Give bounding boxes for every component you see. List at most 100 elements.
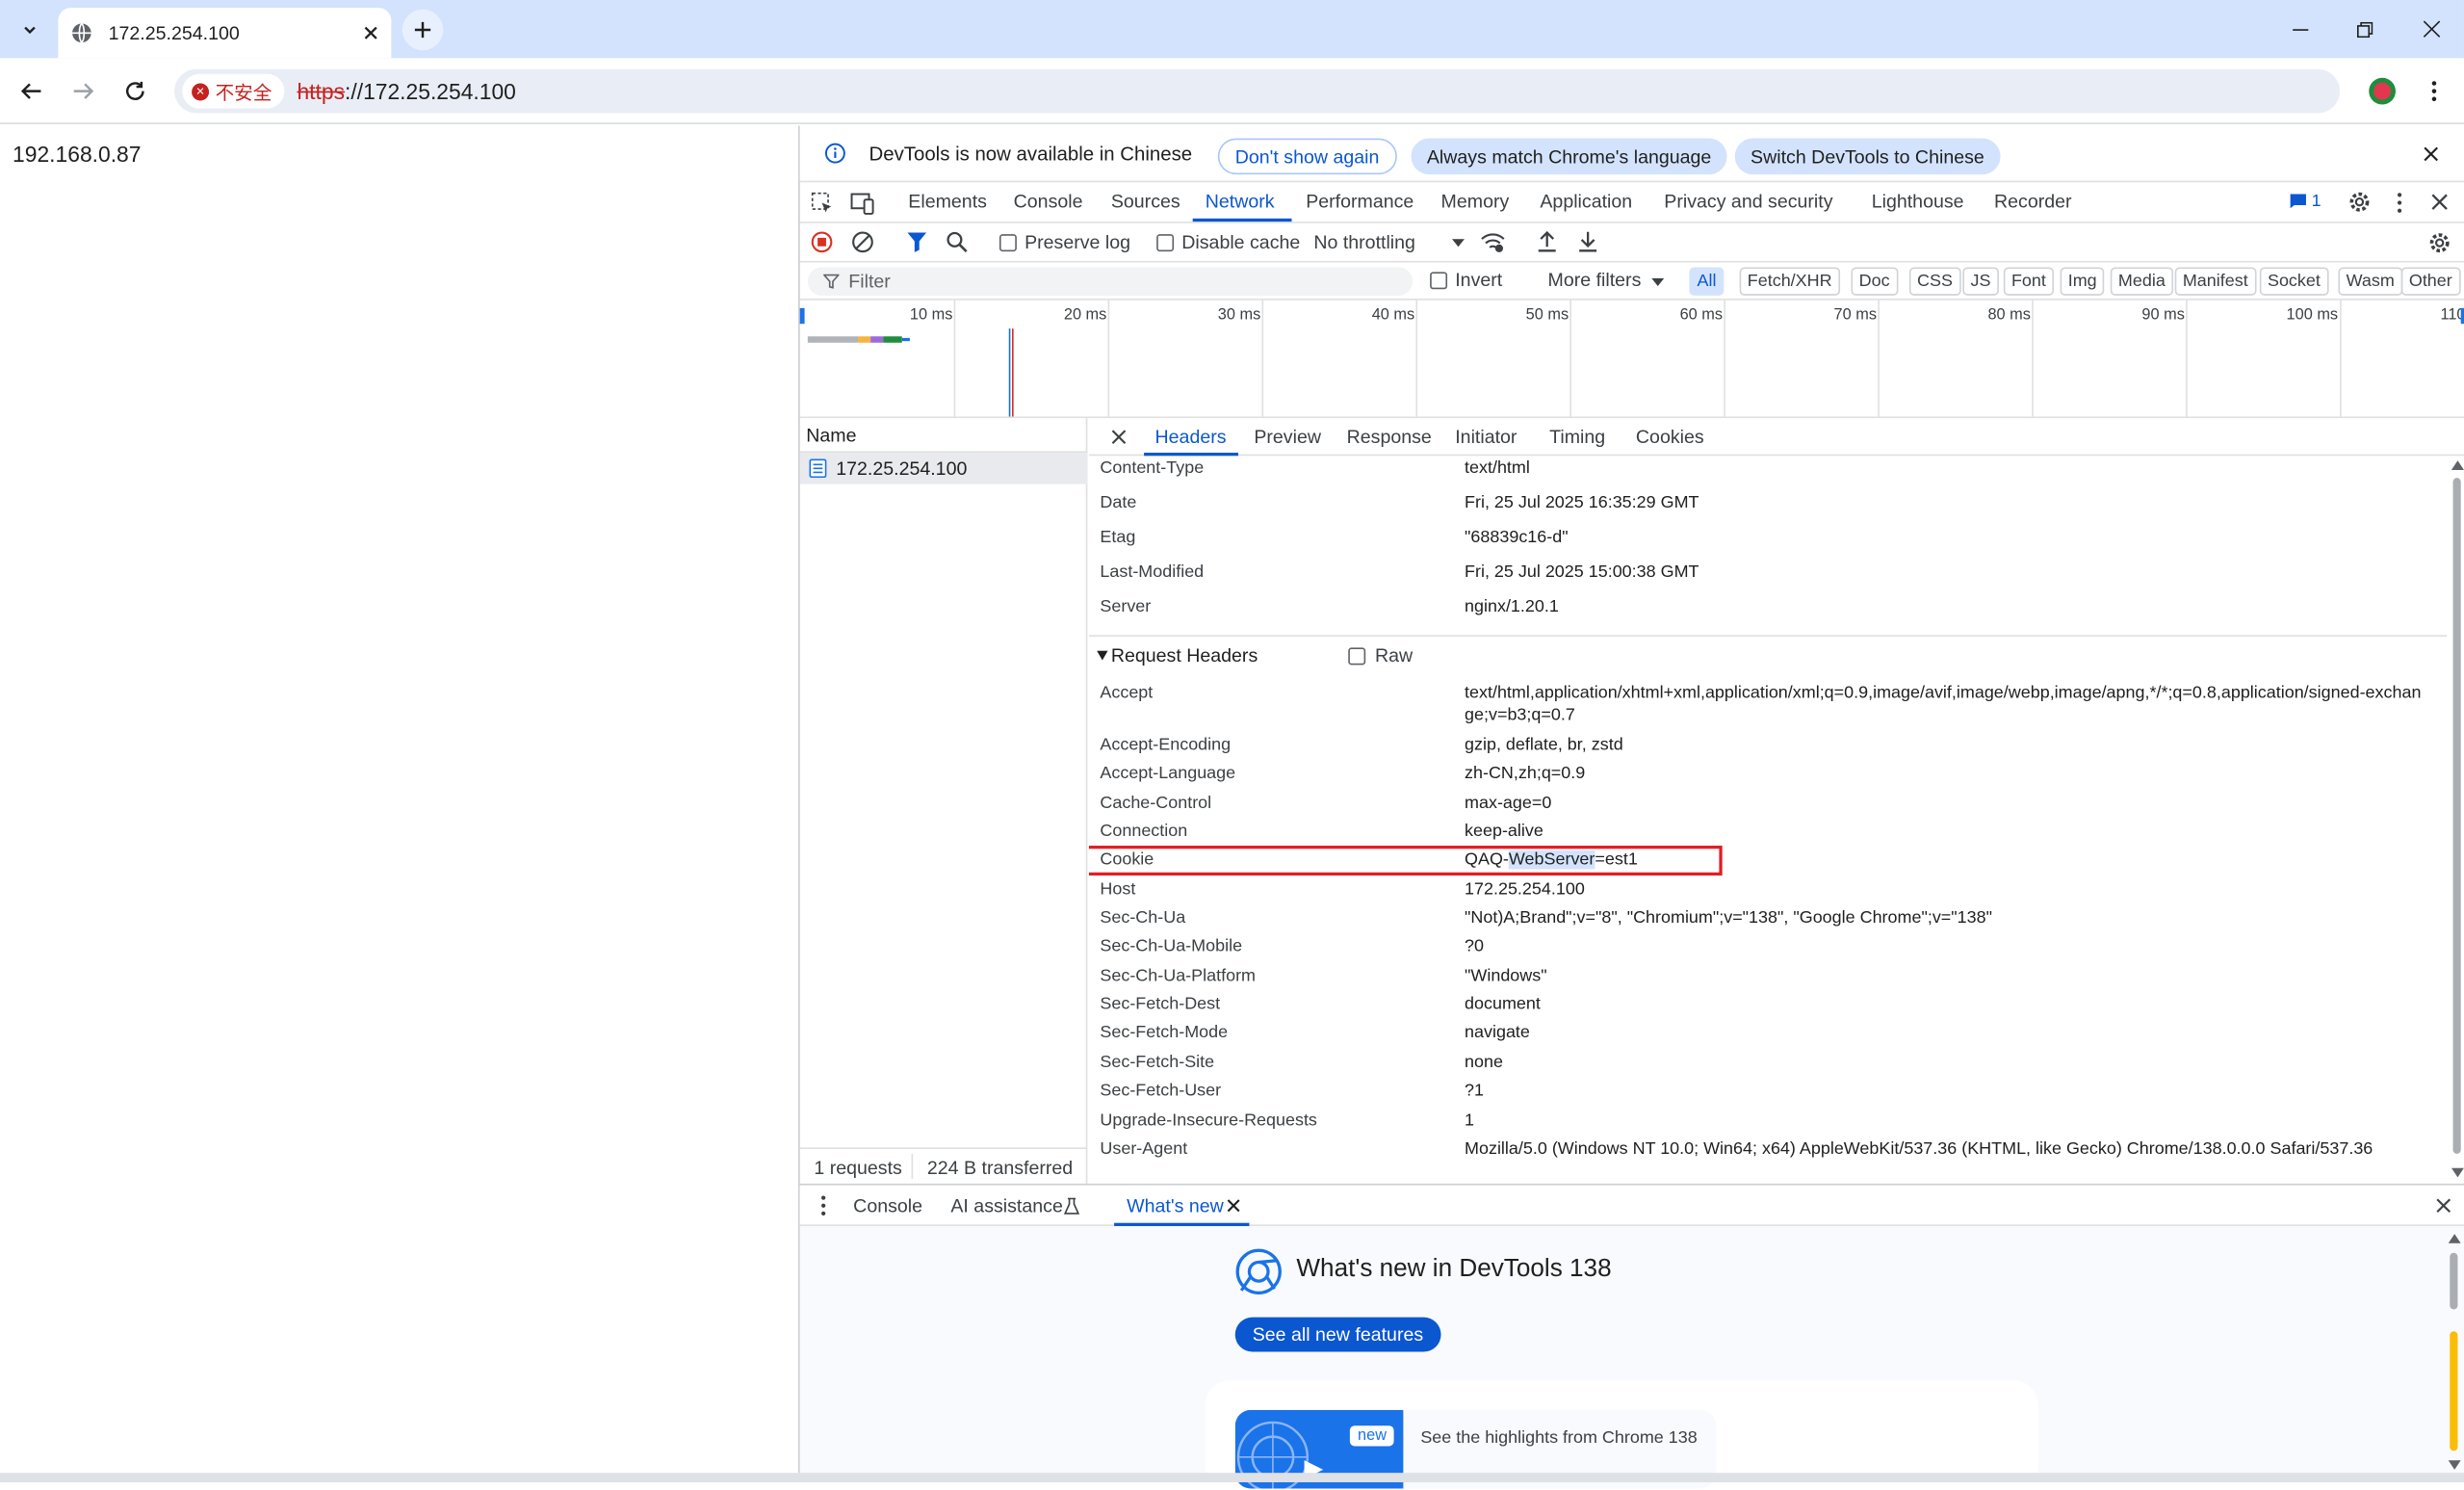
- type-filter-media[interactable]: Media: [2110, 267, 2174, 296]
- always-match-language-button[interactable]: Always match Chrome's language: [1411, 138, 1727, 175]
- tab-recorder[interactable]: Recorder: [1994, 190, 2072, 212]
- tab-memory[interactable]: Memory: [1441, 190, 1510, 212]
- type-filter-fetch-xhr[interactable]: Fetch/XHR: [1739, 267, 1840, 296]
- more-filters-dropdown[interactable]: More filters: [1548, 269, 1642, 291]
- network-settings-icon[interactable]: [2427, 231, 2451, 254]
- tab-sources[interactable]: Sources: [1111, 190, 1180, 212]
- preserve-log-checkbox[interactable]: [999, 234, 1017, 252]
- chrome-menu-button[interactable]: [2417, 74, 2451, 109]
- record-stop-icon[interactable]: [811, 231, 833, 253]
- drawer-menu-icon[interactable]: [820, 1194, 827, 1216]
- tab-elements[interactable]: Elements: [908, 190, 987, 212]
- grid-line: [1107, 300, 1110, 417]
- tab-lighthouse[interactable]: Lighthouse: [1872, 190, 1964, 212]
- settings-icon[interactable]: [2347, 190, 2371, 213]
- close-detail-icon[interactable]: [1111, 430, 1127, 445]
- tab-console[interactable]: Console: [1014, 190, 1083, 212]
- type-filter-doc[interactable]: Doc: [1851, 267, 1898, 296]
- tab-application[interactable]: Application: [1540, 190, 1632, 212]
- close-tab-icon[interactable]: [363, 25, 378, 40]
- tab-preview[interactable]: Preview: [1254, 426, 1321, 448]
- filter-icon[interactable]: [907, 231, 927, 253]
- security-chip[interactable]: × 不安全: [182, 73, 285, 109]
- drawer-tab-ai-assistance[interactable]: AI assistance: [950, 1194, 1062, 1216]
- type-filter-font[interactable]: Font: [2003, 267, 2055, 296]
- tab-response[interactable]: Response: [1347, 426, 1432, 448]
- disable-cache-checkbox[interactable]: [1156, 234, 1175, 252]
- switch-to-chinese-button[interactable]: Switch DevTools to Chinese: [1734, 138, 2001, 175]
- close-window-button[interactable]: [2398, 0, 2464, 58]
- export-har-icon[interactable]: [1578, 229, 1598, 252]
- close-infobar-icon[interactable]: [2424, 146, 2439, 162]
- type-filter-manifest[interactable]: Manifest: [2174, 267, 2256, 296]
- address-bar[interactable]: × 不安全 https://172.25.254.100: [174, 68, 2341, 114]
- tick-label: 100 ms: [2286, 306, 2339, 325]
- scroll-thumb[interactable]: [2450, 1252, 2458, 1310]
- minimize-button[interactable]: [2268, 0, 2334, 58]
- type-filter-js[interactable]: JS: [1962, 267, 1999, 296]
- raw-checkbox[interactable]: [1348, 647, 1366, 666]
- request-row[interactable]: 172.25.254.100: [799, 453, 1088, 484]
- tick-label: 50 ms: [1525, 306, 1569, 325]
- new-tab-button[interactable]: [402, 9, 444, 51]
- type-filter-socket[interactable]: Socket: [2259, 267, 2329, 296]
- type-filter-all[interactable]: All: [1689, 267, 1725, 296]
- overview-handle-left[interactable]: [799, 307, 805, 325]
- dont-show-again-button[interactable]: Don't show again: [1217, 138, 1397, 175]
- scroll-thumb[interactable]: [2452, 478, 2461, 1154]
- header-name: Sec-Ch-Ua-Platform: [1100, 966, 1257, 986]
- tab-performance[interactable]: Performance: [1306, 190, 1414, 212]
- tab-initiator[interactable]: Initiator: [1455, 426, 1517, 448]
- browser-tab-active[interactable]: 172.25.254.100: [58, 8, 392, 59]
- drawer-tab-whats-new[interactable]: What's new: [1127, 1194, 1224, 1216]
- triangle-down-icon[interactable]: [1097, 650, 1108, 661]
- filter-input[interactable]: Filter: [807, 267, 1414, 296]
- restore-button[interactable]: [2332, 0, 2399, 58]
- drawer-tab-console[interactable]: Console: [853, 1194, 922, 1216]
- url-text[interactable]: https://172.25.254.100: [297, 79, 515, 104]
- device-toolbar-icon[interactable]: [850, 192, 875, 215]
- headers-scrollbar[interactable]: [2450, 456, 2464, 1184]
- grid-line: [1569, 300, 1571, 417]
- request-headers-title[interactable]: Request Headers: [1111, 644, 1258, 667]
- tab-strip: 172.25.254.100: [0, 0, 2464, 59]
- reload-button[interactable]: [117, 74, 152, 109]
- tab-headers[interactable]: Headers: [1155, 426, 1227, 448]
- invert-checkbox[interactable]: [1430, 272, 1448, 290]
- network-conditions-icon[interactable]: [1480, 231, 1505, 253]
- name-column-header[interactable]: Name: [799, 418, 1088, 454]
- tick-label: 90 ms: [2141, 306, 2185, 325]
- back-button[interactable]: [14, 74, 49, 109]
- type-filter-wasm[interactable]: Wasm: [2338, 267, 2402, 296]
- tab-network[interactable]: Network: [1206, 190, 1275, 212]
- close-devtools-icon[interactable]: [2431, 194, 2449, 211]
- header-name: Accept-Encoding: [1100, 735, 1232, 755]
- drawer-scrollbar[interactable]: [2447, 1228, 2462, 1475]
- tab-timing[interactable]: Timing: [1549, 426, 1605, 448]
- tab-privacy-security[interactable]: Privacy and security: [1664, 190, 1832, 212]
- tab-cookies[interactable]: Cookies: [1636, 426, 1704, 448]
- throttling-select[interactable]: No throttling: [1313, 231, 1415, 253]
- customize-menu-icon[interactable]: [2397, 192, 2403, 214]
- issues-badge[interactable]: 1: [2290, 192, 2321, 211]
- scroll-down-icon[interactable]: [2448, 1460, 2461, 1470]
- scroll-down-icon[interactable]: [2451, 1167, 2464, 1178]
- profile-button[interactable]: [2365, 74, 2399, 109]
- header-value: nginx/1.20.1: [1465, 597, 1559, 616]
- search-icon[interactable]: [946, 231, 968, 253]
- type-filter-css[interactable]: CSS: [1908, 267, 1961, 296]
- type-filter-img[interactable]: Img: [2060, 267, 2105, 296]
- whats-new-heading: What's new in DevTools 138: [1296, 1255, 1612, 1283]
- inspect-element-icon[interactable]: [811, 192, 834, 215]
- close-whats-new-icon[interactable]: [1227, 1199, 1240, 1213]
- clear-icon[interactable]: [852, 231, 874, 253]
- close-drawer-icon[interactable]: [2436, 1198, 2451, 1214]
- type-filter-other[interactable]: Other: [2400, 267, 2460, 296]
- scroll-up-icon[interactable]: [2448, 1234, 2461, 1243]
- import-har-icon[interactable]: [1537, 229, 1557, 252]
- tab-search-button[interactable]: [14, 14, 46, 46]
- see-all-features-button[interactable]: See all new features: [1234, 1317, 1441, 1352]
- forward-button[interactable]: [66, 74, 101, 109]
- scroll-up-icon[interactable]: [2451, 460, 2464, 470]
- network-overview[interactable]: 10 ms 20 ms 30 ms 40 ms 50 ms 60 ms 70 m…: [799, 300, 2464, 419]
